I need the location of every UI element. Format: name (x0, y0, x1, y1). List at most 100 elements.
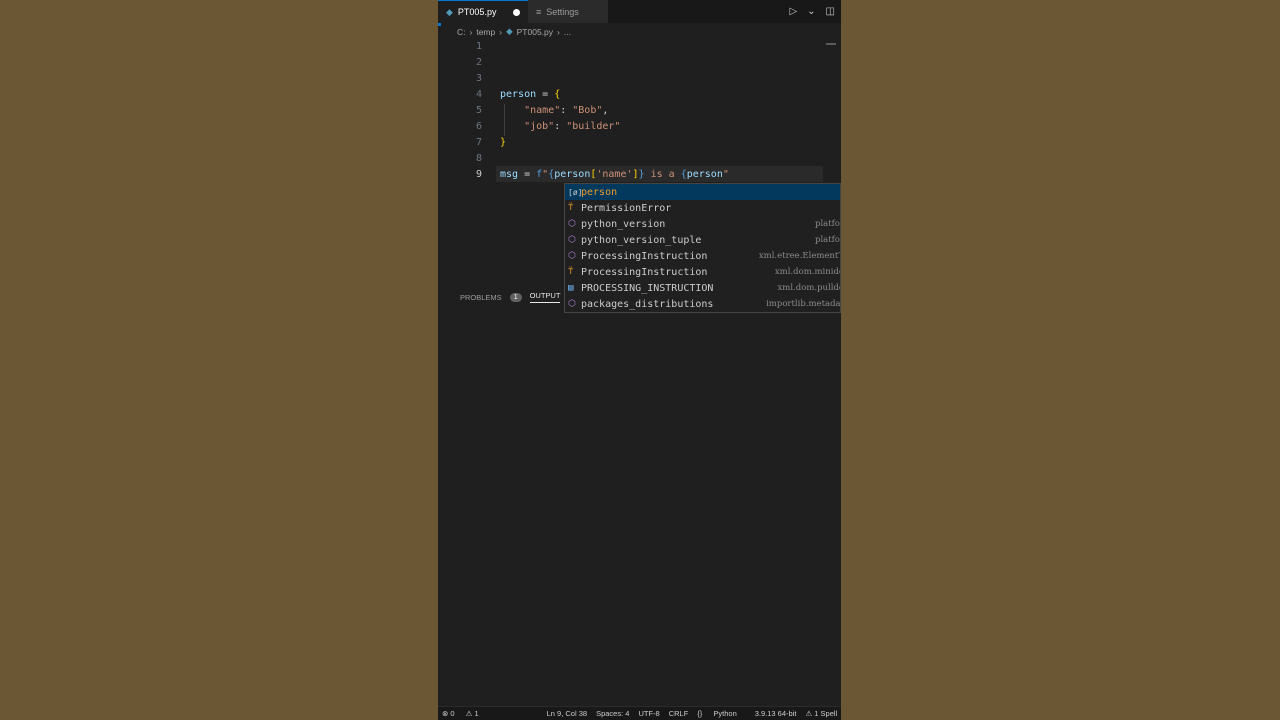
line-ending[interactable]: CRLF (669, 709, 689, 718)
unsaved-dot-icon[interactable] (513, 8, 520, 16)
code-line[interactable]: 2 (438, 54, 841, 70)
suggestion-label: ProcessingInstruction (581, 266, 708, 278)
tab-label: Settings (546, 6, 579, 17)
code-token: person (554, 168, 591, 180)
chevron-right-icon: › (499, 26, 503, 37)
problems-status[interactable]: ⊗ 0 ⚠ 1 (442, 709, 488, 718)
suggestion-item[interactable]: [ø] person (565, 184, 840, 200)
module-icon: ⬡ (568, 251, 576, 261)
suggestion-item[interactable]: ⍡ PermissionError (565, 200, 840, 216)
suggestion-item[interactable]: ⬡ python_version platfor (565, 216, 840, 232)
module-icon: ⬡ (568, 299, 576, 309)
tab-problems[interactable]: PROBLEMS (460, 293, 502, 302)
suggestion-detail: importlib.metadat (766, 299, 841, 309)
breadcrumb-symbol[interactable]: ... (564, 27, 571, 37)
language-label: Python (713, 709, 737, 718)
code-line[interactable]: 8 (438, 150, 841, 166)
code-line[interactable]: 5 "name": "Bob", (438, 102, 841, 118)
code-token: = (518, 168, 537, 180)
suggestion-widget: [ø] person ⍡ PermissionError ⬡ python_version… (564, 183, 841, 313)
encoding[interactable]: UTF-8 (638, 709, 659, 718)
suggestion-detail: xml.dom.minido (774, 267, 841, 277)
python-file-icon: ◆ (446, 6, 453, 17)
code-token: : (560, 104, 573, 116)
line-number: 6 (475, 120, 482, 132)
split-editor-icon[interactable]: ◫ (826, 6, 835, 17)
breadcrumb-folder[interactable]: temp (476, 27, 495, 37)
code-line[interactable]: 6 "job": "builder" (438, 118, 841, 134)
line-number: 3 (475, 72, 482, 84)
suggestion-item[interactable]: ⬡ python_version_tuple platfor (565, 232, 840, 248)
code-token: , (602, 104, 609, 116)
line-number: 7 (475, 136, 482, 148)
code-text: "name": "Bob", (500, 105, 608, 116)
python-file-icon: ◆ (506, 26, 513, 36)
code-text: } (500, 137, 506, 148)
interpreter[interactable]: 3.9.13 64-bit (755, 709, 797, 718)
suggestion-detail: xml.etree.ElementT (758, 251, 841, 261)
line-number: 1 (475, 40, 482, 52)
suggestion-detail: platfor (815, 235, 840, 245)
tab-settings[interactable]: ≡ Settings (528, 0, 608, 23)
left-background (0, 0, 438, 720)
suggestion-item[interactable]: ⬡ ProcessingInstruction xml.etree.ElementT (565, 248, 840, 264)
code-token: } (500, 136, 507, 148)
code-token: " (722, 168, 729, 180)
suggestion-item[interactable]: ⬡ packages_distributions importlib.metadat (565, 296, 840, 312)
suggestion-detail: platfor (815, 219, 840, 229)
suggestion-label: PermissionError (581, 202, 672, 214)
suggestion-item[interactable]: ▤ PROCESSING_INSTRUCTION xml.dom.pulldo (565, 280, 840, 296)
code-token: "builder" (566, 120, 621, 132)
line-number: 9 (475, 168, 482, 180)
status-bar: ⊗ 0 ⚠ 1 Ln 9, Col 38 Spaces: 4 UTF-8 CRL… (438, 706, 841, 720)
code-token: msg (500, 168, 519, 180)
tab-pt005[interactable]: ◆ PT005.py (438, 0, 528, 23)
line-number: 5 (475, 104, 482, 116)
cursor-position[interactable]: Ln 9, Col 38 (547, 709, 587, 718)
breadcrumb-drive[interactable]: C: (457, 27, 466, 37)
suggestion-label: ProcessingInstruction (581, 250, 708, 262)
suggestion-label: packages_distributions (581, 298, 714, 310)
tab-label: PT005.py (457, 7, 497, 17)
suggestion-label: PROCESSING_INSTRUCTION (581, 282, 714, 294)
breadcrumb-file[interactable]: PT005.py (517, 27, 553, 37)
tab-output[interactable]: OUTPUT (529, 291, 561, 303)
code-token: "Bob" (572, 104, 603, 116)
spell-status[interactable]: ⚠ 1 Spell (805, 709, 841, 718)
warning-count: 1 (474, 709, 479, 718)
line-number: 8 (475, 152, 482, 164)
chevron-right-icon: › (469, 26, 473, 37)
suggestion-label: person (581, 186, 618, 198)
code-text: msg = f"{person['name']} is a {person" (500, 169, 729, 180)
error-count: 0 (450, 709, 455, 718)
module-icon: ⬡ (568, 235, 576, 245)
braces-icon: {} (697, 709, 703, 718)
class-icon: ⍡ (568, 203, 574, 213)
settings-icon: ≡ (536, 6, 542, 17)
code-line[interactable]: 3 (438, 70, 841, 86)
indentation[interactable]: Spaces: 4 (596, 709, 629, 718)
suggestion-item[interactable]: ⍡ ProcessingInstruction xml.dom.minido (565, 264, 840, 280)
right-background (841, 0, 1280, 720)
code-line[interactable]: 1 (438, 38, 841, 54)
language-mode[interactable]: {} Python (697, 709, 745, 718)
run-icon[interactable]: ▷ (789, 6, 797, 17)
code-token: person (686, 168, 723, 180)
output-panel[interactable] (438, 312, 841, 706)
code-token: is a (644, 168, 681, 180)
vscode-window: ◆ PT005.py ≡ Settings ▷ ⌄ ◫ C: › temp › … (438, 0, 841, 720)
code-text: "job": "builder" (500, 121, 620, 132)
code-line[interactable]: 9 msg = f"{person['name']} is a {person" (438, 166, 841, 182)
spell-label: 1 Spell (814, 709, 838, 718)
line-number: 4 (475, 88, 482, 100)
chevron-right-icon: › (557, 26, 560, 37)
code-line[interactable]: 4 person = { (438, 86, 841, 102)
chevron-down-icon[interactable]: ⌄ (807, 6, 815, 17)
breadcrumb: C: › temp › ◆ PT005.py › ... (457, 26, 571, 37)
code-line[interactable]: 7} (438, 134, 841, 150)
code-text: person = { (500, 89, 560, 100)
suggestion-detail: xml.dom.pulldo (777, 283, 841, 293)
code-token: 'name' (596, 168, 633, 180)
